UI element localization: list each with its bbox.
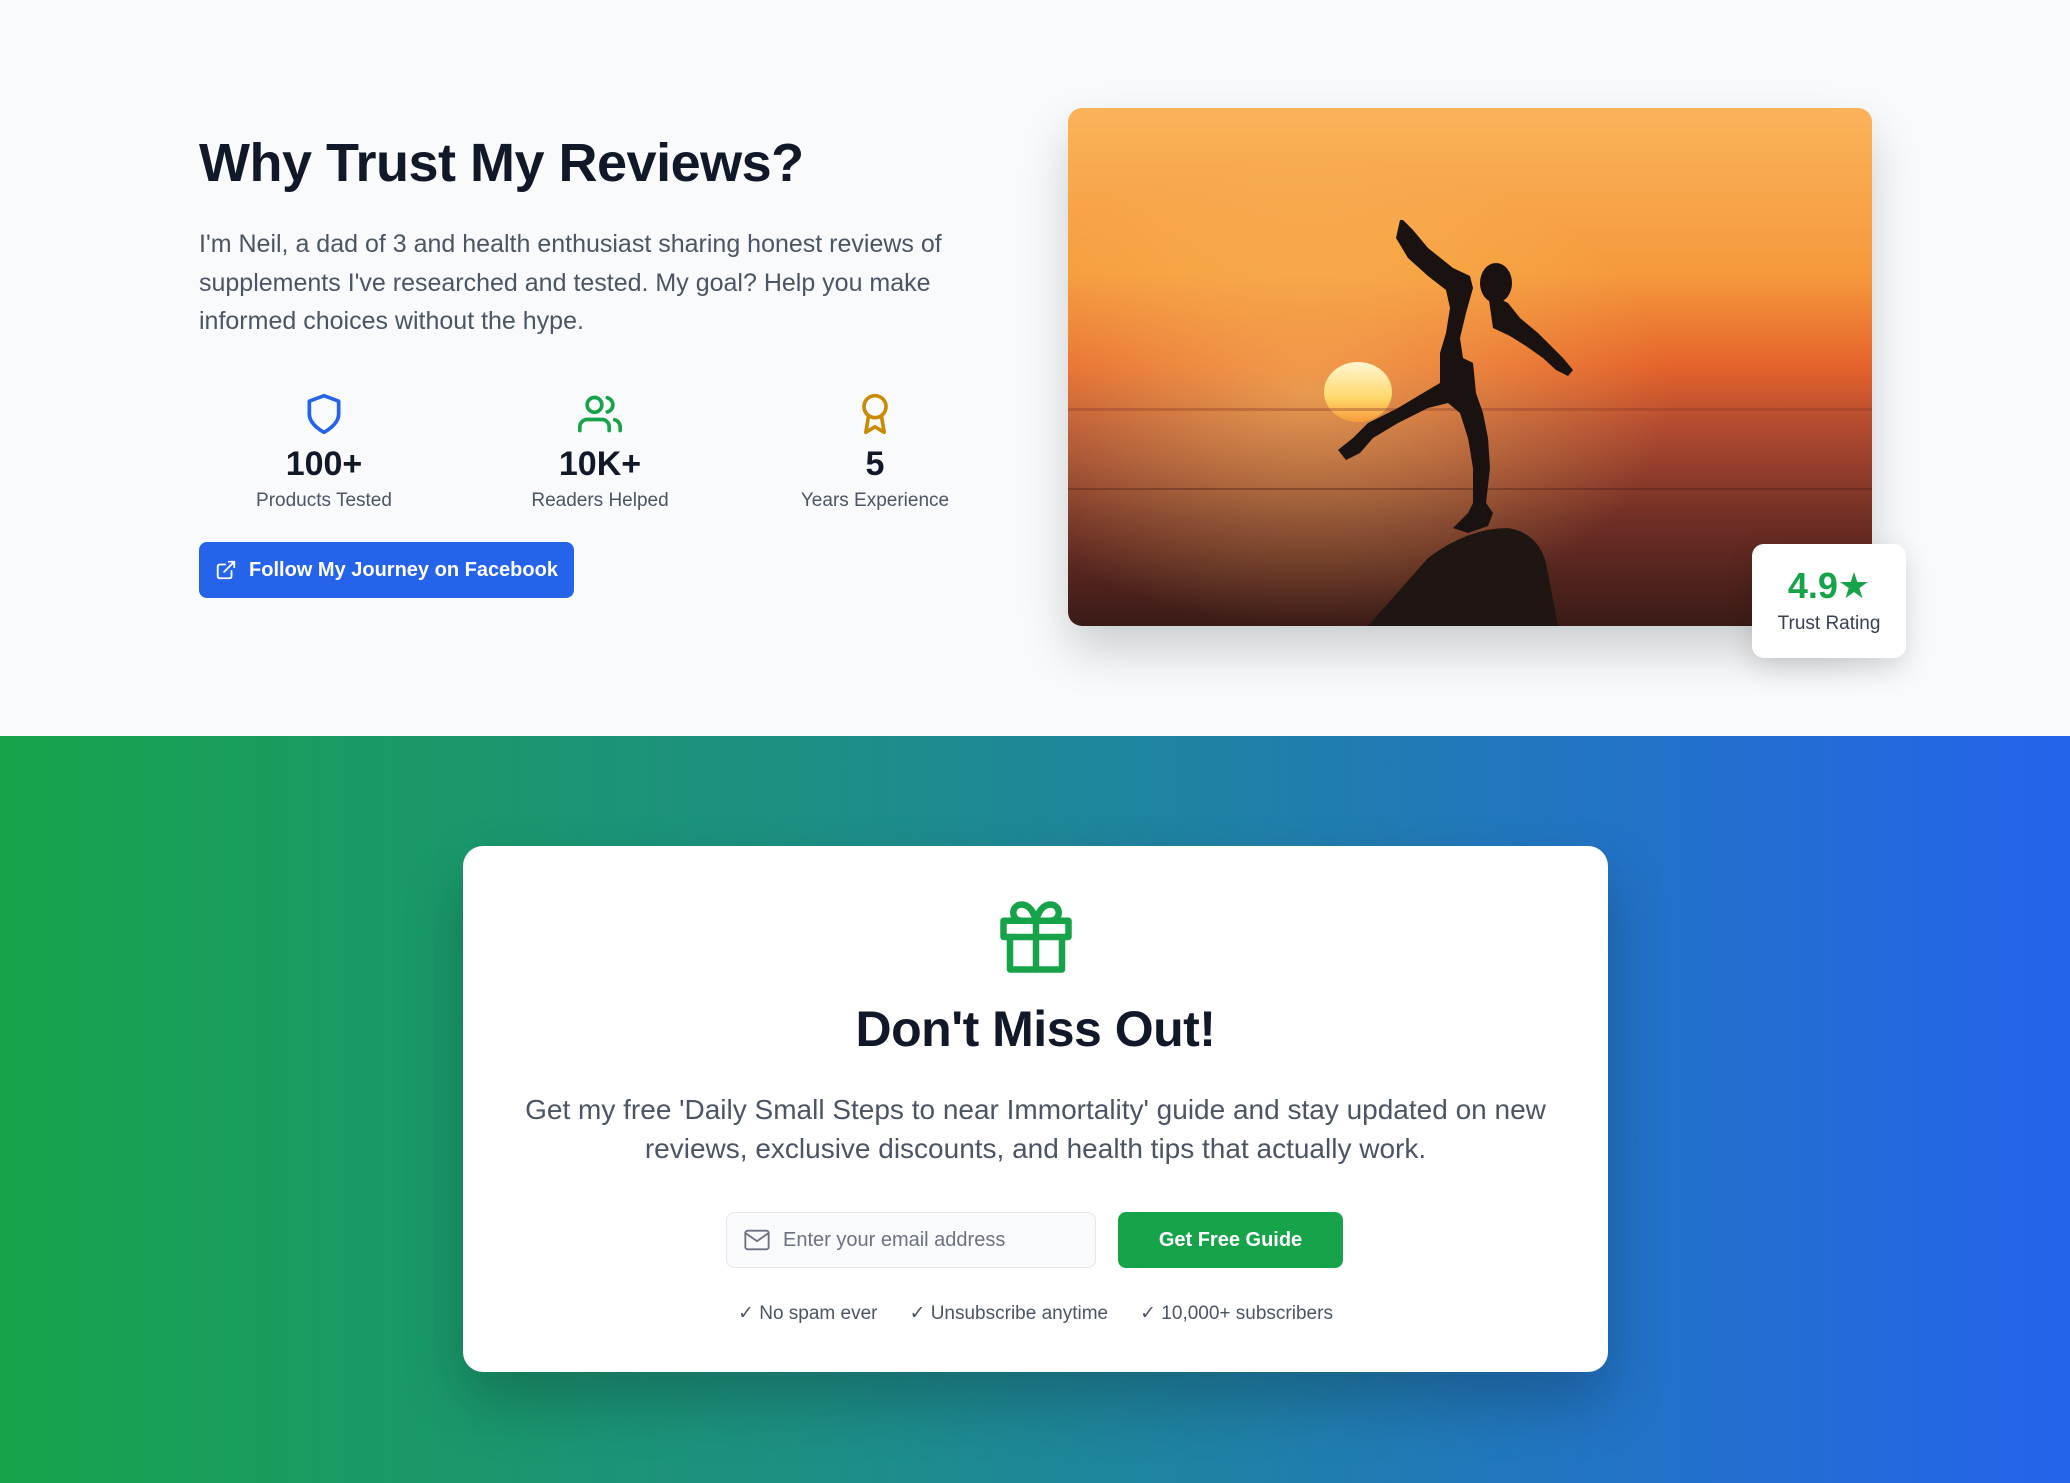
- email-input[interactable]: [783, 1228, 1083, 1252]
- newsletter-description: Get my free 'Daily Small Steps to near I…: [525, 1094, 1546, 1164]
- perks-list: ✓ No spam ever ✓ Unsubscribe anytime ✓ 1…: [463, 1302, 1608, 1325]
- stat-value: 5: [865, 445, 885, 483]
- stat-label: Readers Helped: [531, 490, 669, 511]
- stat-years-experience: 5 Years Experience: [750, 392, 1000, 514]
- shield-icon: [307, 393, 341, 435]
- stat-label: Products Tested: [256, 490, 392, 511]
- mail-icon: [744, 1229, 770, 1251]
- email-field[interactable]: [726, 1212, 1096, 1268]
- stat-products-tested: 100+ Products Tested: [199, 392, 449, 514]
- follow-facebook-button[interactable]: Follow My Journey on Facebook: [199, 542, 574, 598]
- stat-label: Years Experience: [800, 490, 950, 511]
- users-icon: [578, 395, 622, 433]
- trust-title: Why Trust My Reviews?: [199, 133, 804, 193]
- newsletter-card: Don't Miss Out! Get my free 'Daily Small…: [463, 846, 1608, 1372]
- gift-icon: [1000, 901, 1072, 973]
- sunset-silhouette-image: [1068, 108, 1872, 626]
- rating-label: Trust Rating: [1777, 613, 1881, 634]
- award-icon: [862, 393, 888, 435]
- external-link-icon: [216, 560, 236, 580]
- stat-readers-helped: 10K+ Readers Helped: [475, 392, 725, 514]
- follow-facebook-label: Follow My Journey on Facebook: [249, 558, 558, 581]
- trust-rating-badge: 4.9★ Trust Rating: [1752, 544, 1906, 658]
- perk-item: ✓ No spam ever: [738, 1303, 878, 1324]
- stat-value: 100+: [285, 445, 363, 483]
- newsletter-title: Don't Miss Out!: [855, 1001, 1216, 1057]
- newsletter-section: Don't Miss Out! Get my free 'Daily Small…: [0, 736, 2070, 1483]
- perk-item: ✓ Unsubscribe anytime: [909, 1303, 1109, 1324]
- trust-section: Why Trust My Reviews? I'm Neil, a dad of…: [0, 0, 2070, 736]
- stat-value: 10K+: [558, 445, 642, 483]
- trust-description: I'm Neil, a dad of 3 and health enthusia…: [199, 230, 942, 335]
- perk-item: ✓ 10,000+ subscribers: [1140, 1303, 1333, 1324]
- stats-row: 100+ Products Tested 10K+ Readers Helped…: [199, 392, 1024, 522]
- author-photo: [1068, 108, 1872, 626]
- get-free-guide-button[interactable]: Get Free Guide: [1118, 1212, 1343, 1268]
- rating-value: 4.9★: [1787, 565, 1871, 606]
